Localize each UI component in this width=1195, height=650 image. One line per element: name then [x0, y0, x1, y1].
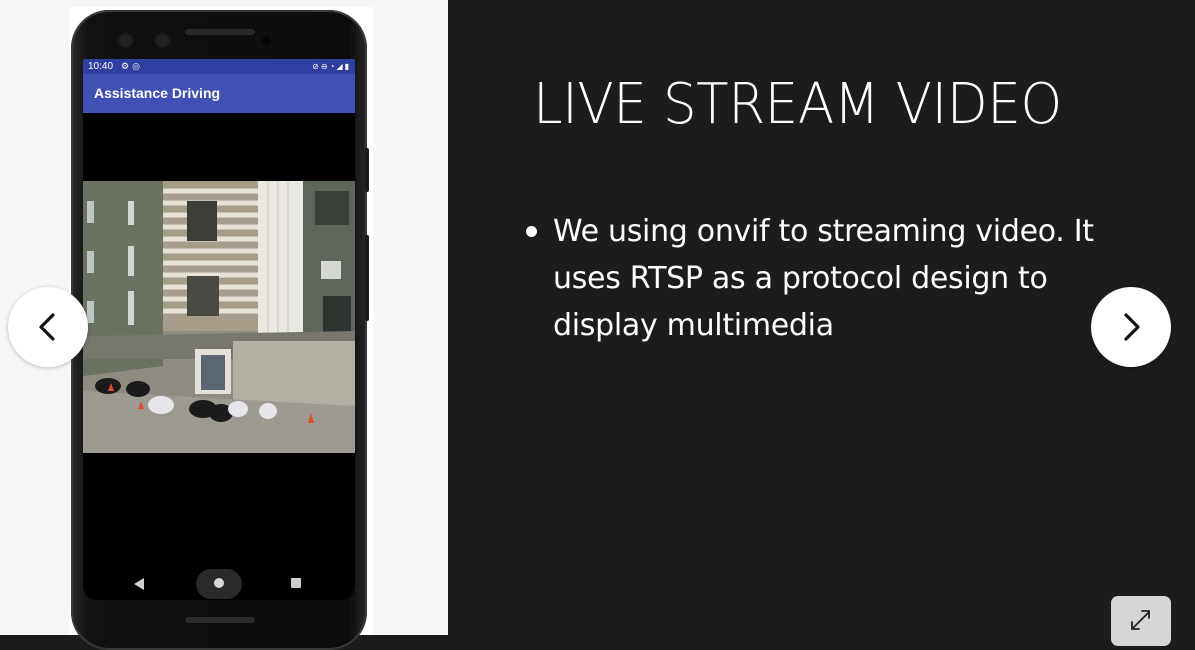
sync-icon: ◎ — [132, 61, 143, 71]
phone-volume-button — [365, 235, 369, 321]
front-camera-icon — [156, 34, 169, 47]
bullet-dot — [526, 226, 537, 237]
chevron-right-icon — [1124, 313, 1140, 341]
battery-icon: ▮ — [344, 62, 351, 71]
expand-icon — [1131, 610, 1150, 630]
slide-title: LIVE STREAM VIDEO — [533, 72, 1062, 137]
status-bar: 10:40 ⚙◎ ⊘⊖◔◢▮ — [83, 59, 355, 74]
gear-icon: ⚙ — [121, 61, 133, 71]
camera-stream-image — [83, 181, 355, 453]
dnd-icon: ⊖ — [320, 62, 330, 71]
fullscreen-button[interactable] — [1111, 596, 1171, 646]
proximity-sensor — [262, 36, 271, 45]
mute-icon: ⊘ — [312, 62, 321, 71]
next-slide-button[interactable] — [1091, 287, 1171, 367]
video-stream-view[interactable] — [83, 181, 355, 453]
status-right-icons: ⊘⊖◔◢▮ — [312, 59, 351, 74]
earpiece-speaker — [185, 29, 255, 35]
phone-power-button — [365, 148, 369, 192]
recents-icon[interactable] — [291, 578, 301, 588]
status-time: 10:40 — [88, 61, 114, 72]
bullet-text: We using onvif to streaming video. It us… — [553, 214, 1094, 343]
previous-slide-button[interactable] — [8, 287, 88, 367]
front-camera-icon — [119, 34, 132, 47]
android-nav-bar — [83, 559, 355, 600]
home-icon[interactable] — [214, 578, 224, 588]
app-title: Assistance Driving — [94, 85, 221, 101]
app-bar: Assistance Driving — [83, 74, 355, 113]
back-icon[interactable] — [134, 578, 144, 590]
phone-screen: 10:40 ⚙◎ ⊘⊖◔◢▮ Assistance Driving — [83, 59, 355, 600]
signal-icon: ◢ — [336, 62, 345, 71]
bottom-speaker — [185, 617, 255, 623]
status-left-icons: ⚙◎ — [121, 59, 143, 74]
chevron-left-icon — [39, 313, 55, 341]
